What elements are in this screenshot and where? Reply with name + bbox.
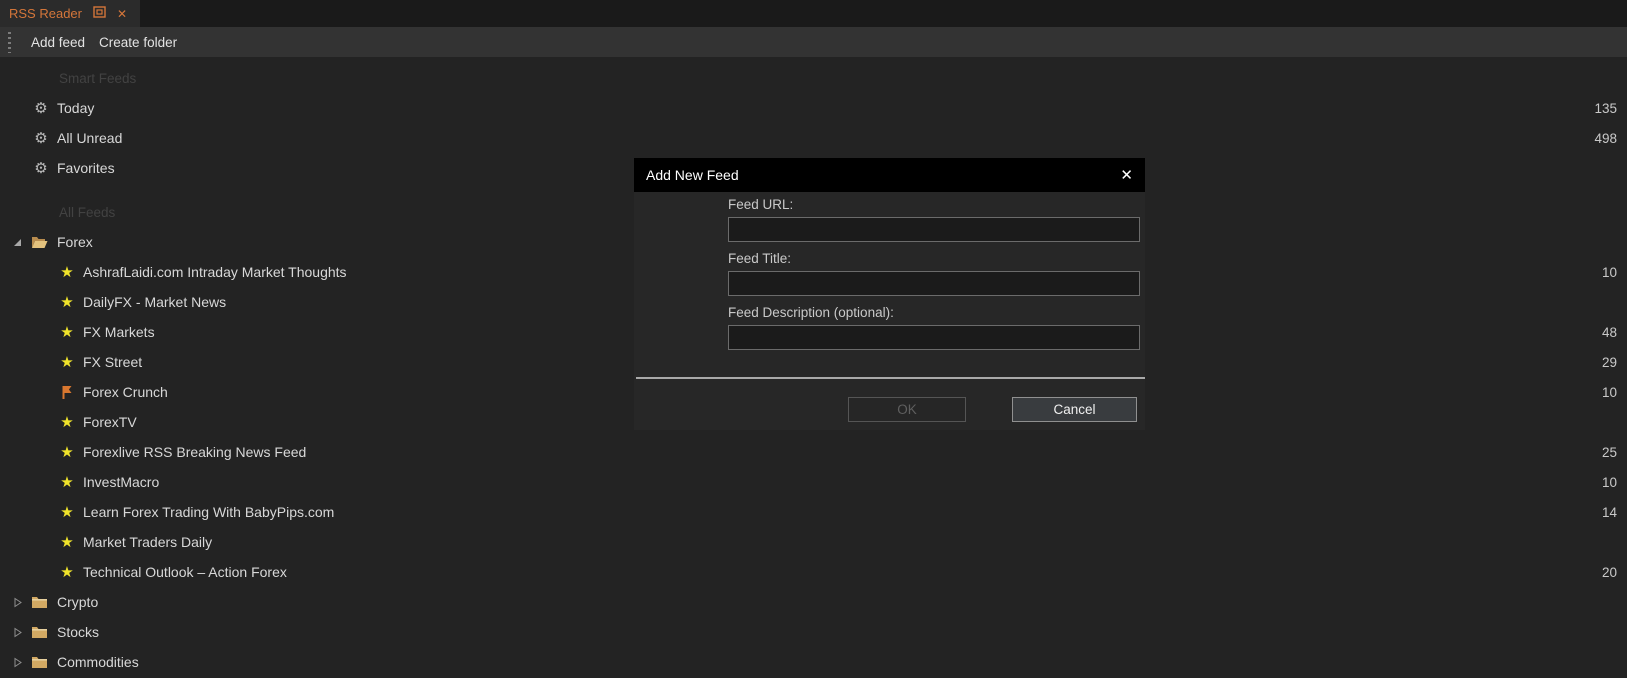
section-label: All Feeds: [59, 205, 115, 220]
expand-arrow-icon[interactable]: [10, 595, 24, 609]
feed-item[interactable]: ★ Market Traders Daily: [0, 527, 1627, 557]
folder-commodities[interactable]: Commodities: [0, 647, 1627, 677]
feed-url-label: Feed URL:: [728, 196, 1140, 214]
unread-count: 20: [1602, 565, 1627, 580]
tab-rss-reader[interactable]: RSS Reader ✕: [0, 0, 140, 27]
dialog-form: Feed URL: Feed Title: Feed Description (…: [728, 196, 1140, 358]
unread-count: 135: [1594, 101, 1627, 116]
smart-feed-today[interactable]: ⚙ Today 135: [0, 93, 1627, 123]
folder-label: Crypto: [57, 594, 98, 610]
add-new-feed-dialog: Add New Feed ✕ Feed URL: Feed Title: Fee…: [634, 158, 1145, 430]
feed-item[interactable]: ★ Learn Forex Trading With BabyPips.com …: [0, 497, 1627, 527]
forex-crunch-flag-icon: [59, 385, 75, 400]
feed-label: DailyFX - Market News: [83, 294, 226, 310]
feed-url-input[interactable]: [728, 217, 1140, 242]
folder-crypto[interactable]: Crypto: [0, 587, 1627, 617]
feed-label: FX Street: [83, 354, 142, 370]
closed-folder-icon: [31, 595, 48, 609]
feed-label: Learn Forex Trading With BabyPips.com: [83, 504, 334, 520]
smart-feed-icon: ⚙: [33, 101, 49, 116]
feed-label: Forex Crunch: [83, 384, 168, 400]
toolbar: Add feed Create folder: [0, 27, 1627, 57]
feed-description-label: Feed Description (optional):: [728, 304, 1140, 322]
star-feed-icon: ★: [59, 565, 75, 580]
star-feed-icon: ★: [59, 355, 75, 370]
toolbar-grip-handle[interactable]: [8, 32, 11, 53]
unread-count: 14: [1602, 505, 1627, 520]
feed-label: AshrafLaidi.com Intraday Market Thoughts: [83, 264, 347, 280]
feed-label: InvestMacro: [83, 474, 159, 490]
float-window-icon[interactable]: [93, 5, 106, 23]
unread-count: 10: [1602, 265, 1627, 280]
star-feed-icon: ★: [59, 325, 75, 340]
smart-feed-all-unread[interactable]: ⚙ All Unread 498: [0, 123, 1627, 153]
folder-label: Forex: [57, 234, 93, 250]
rss-reader-window: RSS Reader ✕ Add feed Create folder Smar…: [0, 0, 1627, 678]
tab-title: RSS Reader: [9, 6, 82, 21]
ok-button[interactable]: OK: [848, 397, 966, 422]
tab-bar: RSS Reader ✕: [0, 0, 1627, 27]
dialog-separator: [636, 377, 1145, 379]
folder-stocks[interactable]: Stocks: [0, 617, 1627, 647]
star-feed-icon: ★: [59, 295, 75, 310]
feed-label: Technical Outlook – Action Forex: [83, 564, 287, 580]
feed-item[interactable]: ★ Technical Outlook – Action Forex 20: [0, 557, 1627, 587]
feed-label: ForexTV: [83, 414, 137, 430]
feed-item[interactable]: ★ InvestMacro 10: [0, 467, 1627, 497]
expand-arrow-icon[interactable]: [10, 655, 24, 669]
folder-label: Commodities: [57, 654, 139, 670]
smart-feed-icon: ⚙: [33, 131, 49, 146]
feed-item[interactable]: ★ Forexlive RSS Breaking News Feed 25: [0, 437, 1627, 467]
open-folder-icon: [31, 235, 48, 249]
feed-title-input[interactable]: [728, 271, 1140, 296]
feed-label: All Unread: [57, 130, 122, 146]
feed-label: Today: [57, 100, 94, 116]
unread-count: 10: [1602, 385, 1627, 400]
dialog-close-icon[interactable]: ✕: [1120, 168, 1133, 183]
feed-description-input[interactable]: [728, 325, 1140, 350]
collapse-arrow-icon[interactable]: [10, 235, 24, 249]
folder-label: Stocks: [57, 624, 99, 640]
star-feed-icon: ★: [59, 265, 75, 280]
unread-count: 498: [1594, 131, 1627, 146]
expand-arrow-icon[interactable]: [10, 625, 24, 639]
tab-close-icon[interactable]: ✕: [117, 8, 127, 20]
star-feed-icon: ★: [59, 415, 75, 430]
dialog-titlebar[interactable]: Add New Feed ✕: [634, 158, 1145, 192]
unread-count: 29: [1602, 355, 1627, 370]
star-feed-icon: ★: [59, 475, 75, 490]
unread-count: 25: [1602, 445, 1627, 460]
dialog-title: Add New Feed: [646, 167, 739, 183]
feed-title-label: Feed Title:: [728, 250, 1140, 268]
star-feed-icon: ★: [59, 505, 75, 520]
feed-label: Favorites: [57, 160, 115, 176]
section-header-smart-feeds: Smart Feeds: [0, 63, 1627, 93]
closed-folder-icon: [31, 655, 48, 669]
feed-label: Forexlive RSS Breaking News Feed: [83, 444, 306, 460]
cancel-button[interactable]: Cancel: [1012, 397, 1137, 422]
star-feed-icon: ★: [59, 535, 75, 550]
star-feed-icon: ★: [59, 445, 75, 460]
closed-folder-icon: [31, 625, 48, 639]
add-feed-button[interactable]: Add feed: [24, 35, 92, 50]
unread-count: 48: [1602, 325, 1627, 340]
feed-label: FX Markets: [83, 324, 155, 340]
create-folder-button[interactable]: Create folder: [92, 35, 184, 50]
feed-label: Market Traders Daily: [83, 534, 212, 550]
smart-feed-icon: ⚙: [33, 161, 49, 176]
section-label: Smart Feeds: [59, 71, 136, 86]
unread-count: 10: [1602, 475, 1627, 490]
